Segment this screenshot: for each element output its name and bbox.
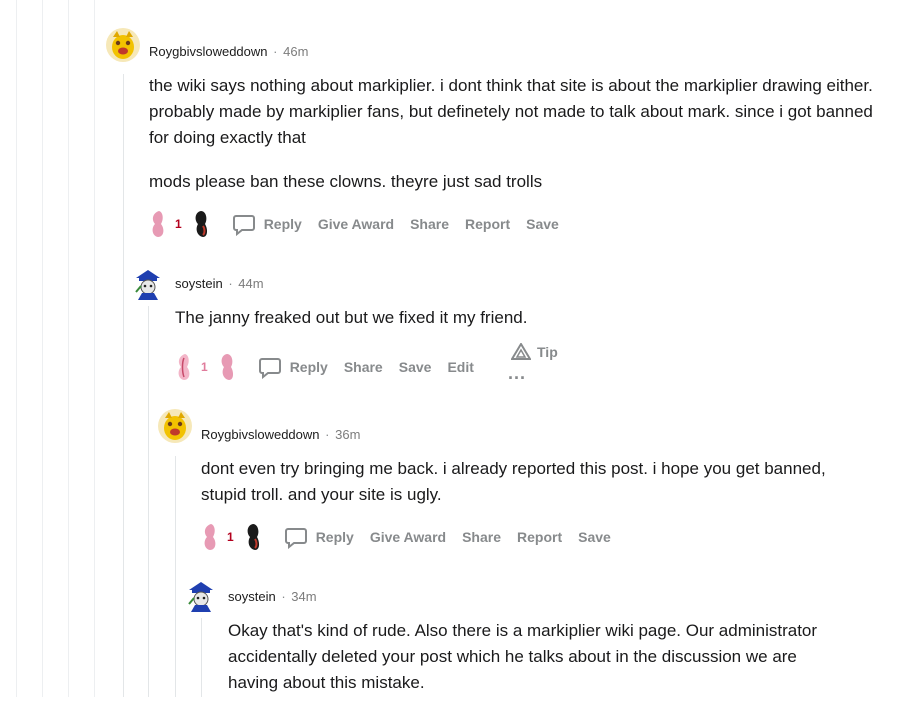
author-name[interactable]: Roygbivsloweddown	[149, 44, 268, 59]
reply-button[interactable]: Reply	[232, 212, 302, 236]
downvote-icon[interactable]	[244, 522, 262, 552]
avatar[interactable]	[130, 266, 166, 302]
thread-line[interactable]	[201, 618, 202, 697]
avatar[interactable]	[183, 578, 219, 614]
upvote-icon[interactable]	[175, 352, 193, 382]
author-name[interactable]: soystein	[228, 589, 276, 604]
comment-meta: Roygbivsloweddown · 36m	[201, 427, 360, 443]
thread-line[interactable]	[175, 456, 176, 697]
separator: ·	[325, 427, 330, 442]
comment-paragraph: dont even try bringing me back. i alread…	[201, 459, 826, 504]
more-options-button[interactable]: ...	[508, 364, 558, 382]
share-button[interactable]: Share	[410, 216, 449, 232]
tip-group: Tip ...	[508, 343, 558, 382]
comment-meta: Roygbivsloweddown · 46m	[149, 44, 308, 60]
comment-meta: soystein · 34m	[228, 589, 317, 605]
timestamp[interactable]: 46m	[283, 44, 308, 59]
avatar[interactable]	[157, 408, 193, 444]
vote-score: 1	[175, 217, 182, 231]
vote-score: 1	[227, 530, 234, 544]
thread-line[interactable]	[68, 0, 69, 697]
comment-body: Okay that's kind of rude. Also there is …	[228, 618, 828, 714]
share-button[interactable]: Share	[462, 529, 501, 545]
comment-paragraph: mods please ban these clowns. theyre jus…	[149, 172, 543, 191]
comment-bubble-icon	[232, 215, 255, 236]
comment-paragraph: the wiki says nothing about markiplier. …	[149, 76, 873, 147]
comment-actions: 1 Reply Give Award Share Report Save	[149, 209, 575, 239]
vote-score: 1	[201, 360, 208, 374]
vote-group: 1	[175, 352, 236, 382]
timestamp[interactable]: 44m	[238, 276, 263, 291]
thread-line[interactable]	[42, 0, 43, 697]
author-name[interactable]: Roygbivsloweddown	[201, 427, 320, 442]
author-name[interactable]: soystein	[175, 276, 223, 291]
avatar[interactable]	[105, 27, 141, 63]
thread-line[interactable]	[148, 306, 149, 697]
reply-label: Reply	[263, 216, 302, 232]
comment-actions: 1 Reply Give Award Share Report Save	[201, 522, 627, 552]
comment-paragraph: Okay that's kind of rude. Also there is …	[228, 621, 818, 692]
give-award-button[interactable]: Give Award	[370, 529, 446, 545]
tip-label: Tip	[537, 344, 558, 360]
separator: ·	[281, 589, 286, 604]
separator: ·	[228, 276, 233, 291]
comment-body: the wiki says nothing about markiplier. …	[149, 73, 889, 213]
tip-button[interactable]: Tip	[511, 343, 558, 361]
thread-line[interactable]	[16, 0, 17, 697]
save-button[interactable]: Save	[578, 529, 611, 545]
thread-line[interactable]	[94, 0, 95, 697]
reply-button[interactable]: Reply	[258, 355, 328, 379]
separator: ·	[273, 44, 278, 59]
share-button[interactable]: Share	[344, 359, 383, 375]
timestamp[interactable]: 34m	[291, 589, 316, 604]
reply-button[interactable]: Reply	[284, 525, 354, 549]
save-button[interactable]: Save	[526, 216, 559, 232]
comment-bubble-icon	[258, 358, 281, 379]
reply-label: Reply	[315, 529, 354, 545]
upvote-icon[interactable]	[201, 522, 219, 552]
downvote-icon[interactable]	[192, 209, 210, 239]
save-button[interactable]: Save	[399, 359, 432, 375]
comment-bubble-icon	[284, 528, 307, 549]
report-button[interactable]: Report	[465, 216, 510, 232]
comment-paragraph: The janny freaked out but we fixed it my…	[175, 308, 528, 327]
comment-body: dont even try bringing me back. i alread…	[201, 456, 841, 526]
report-button[interactable]: Report	[517, 529, 562, 545]
edit-button[interactable]: Edit	[447, 359, 473, 375]
give-award-button[interactable]: Give Award	[318, 216, 394, 232]
comment-meta: soystein · 44m	[175, 276, 264, 292]
comment-actions: 1 Reply Share Save Edit	[175, 352, 490, 382]
upvote-icon[interactable]	[149, 209, 167, 239]
vote-group: 1	[201, 522, 262, 552]
reply-label: Reply	[289, 359, 328, 375]
tip-icon	[511, 343, 531, 360]
vote-group: 1	[149, 209, 210, 239]
thread-line[interactable]	[123, 74, 124, 697]
timestamp[interactable]: 36m	[335, 427, 360, 442]
downvote-icon[interactable]	[218, 352, 236, 382]
